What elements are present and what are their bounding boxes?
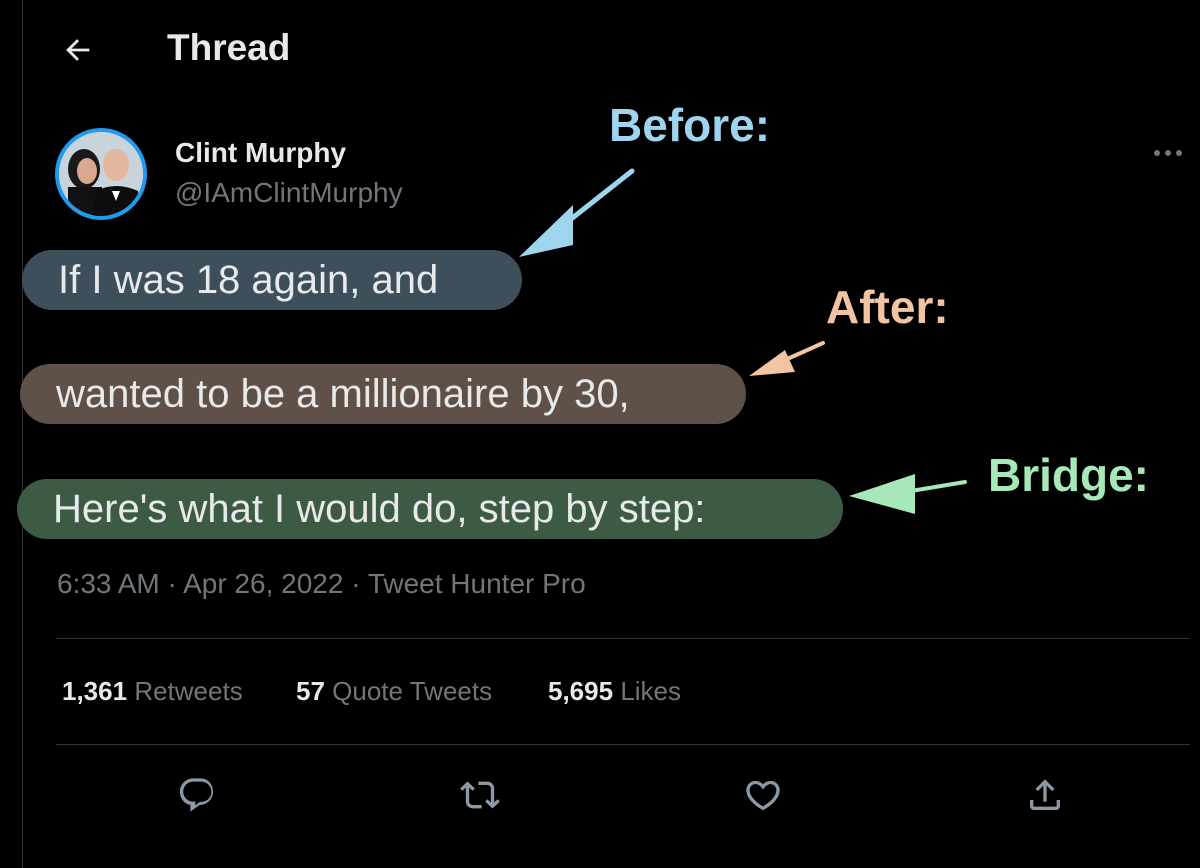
- share-button[interactable]: [1020, 770, 1070, 820]
- tweet-text-line-1: If I was 18 again, and: [58, 257, 439, 302]
- before-label: Before:: [609, 99, 771, 151]
- quotes-count: 57: [296, 676, 325, 706]
- tweet-text-line-2: wanted to be a millionaire by 30,: [56, 371, 630, 416]
- page-title: Thread: [167, 27, 291, 68]
- share-icon: [1030, 779, 1060, 810]
- retweet-button[interactable]: [455, 770, 505, 820]
- retweet-icon: [460, 781, 500, 809]
- tweet-text-line-3: Here's what I would do, step by step:: [53, 486, 706, 531]
- bridge-arrow-icon: [849, 474, 967, 514]
- tweet-line-after: wanted to be a millionaire by 30,: [20, 364, 746, 424]
- divider: [56, 638, 1190, 639]
- tweet-meta: 6:33 AM · Apr 26, 2022 · Tweet Hunter Pr…: [57, 568, 586, 600]
- meta-separator: ·: [351, 568, 361, 599]
- thread-header: Thread: [0, 0, 1200, 100]
- retweets-count: 1,361: [62, 676, 128, 706]
- more-dots-icon: [1154, 150, 1182, 156]
- before-arrow-icon: [519, 168, 635, 257]
- retweets-label: Retweets: [134, 676, 243, 706]
- tweet-line-before: If I was 18 again, and: [22, 250, 522, 310]
- like-button[interactable]: [738, 770, 788, 820]
- back-button[interactable]: [58, 30, 98, 70]
- quote-tweets-stat[interactable]: 57 Quote Tweets: [296, 676, 492, 707]
- retweets-stat[interactable]: 1,361 Retweets: [62, 676, 243, 707]
- avatar[interactable]: [54, 127, 148, 221]
- tweet-source[interactable]: Tweet Hunter Pro: [368, 568, 586, 599]
- like-icon: [746, 780, 780, 811]
- reply-button[interactable]: [172, 770, 222, 820]
- after-label: After:: [826, 281, 949, 333]
- reply-icon: [179, 778, 214, 812]
- column-border: [22, 0, 23, 868]
- likes-label: Likes: [620, 676, 682, 706]
- quotes-label: Quote Tweets: [332, 676, 493, 706]
- meta-separator: ·: [167, 568, 177, 599]
- more-options-button[interactable]: [1148, 138, 1188, 168]
- author-handle[interactable]: @IAmClintMurphy: [175, 177, 403, 209]
- after-arrow-icon: [749, 341, 825, 376]
- tweet-line-bridge: Here's what I would do, step by step:: [17, 479, 843, 539]
- tweet-time[interactable]: 6:33 AM: [57, 568, 160, 599]
- arrow-left-icon: [66, 39, 90, 61]
- tweet-date[interactable]: Apr 26, 2022: [183, 568, 343, 599]
- likes-stat[interactable]: 5,695 Likes: [548, 676, 681, 707]
- author-name[interactable]: Clint Murphy: [175, 137, 346, 169]
- likes-count: 5,695: [548, 676, 614, 706]
- divider: [56, 744, 1190, 745]
- bridge-label: Bridge:: [988, 449, 1149, 501]
